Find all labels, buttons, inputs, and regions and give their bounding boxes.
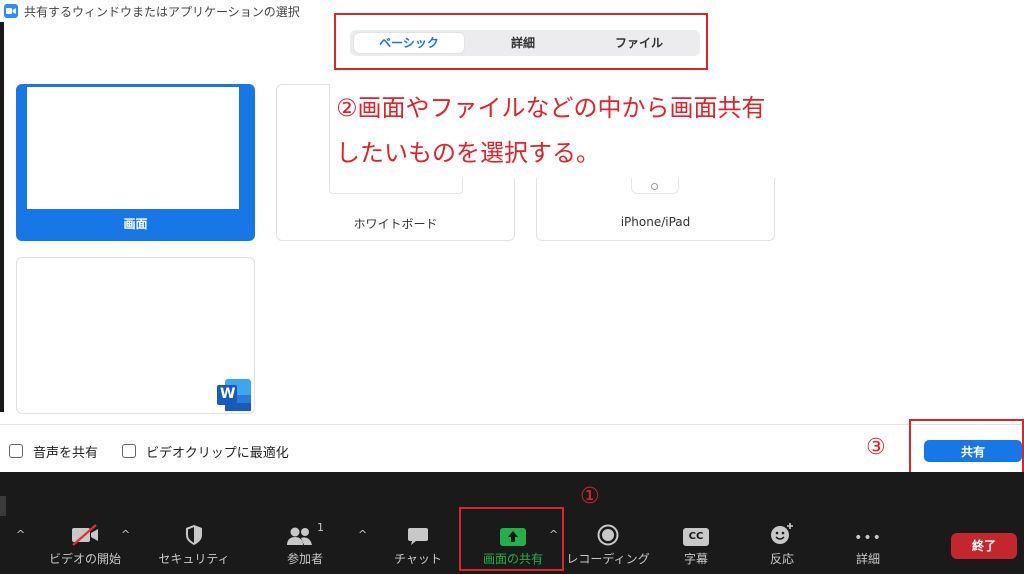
optimize-video-label: ビデオクリップに最適化 [146,445,289,461]
chevron-up-icon[interactable]: ^ [16,528,25,541]
word-icon: W [217,379,251,411]
instruction-annotation: ②画面やファイルなどの中から画面共有 したいものを選択する。 [330,84,882,178]
toolbar-reactions[interactable]: 反応 [737,520,827,567]
chat-icon [373,520,463,546]
annotation-line-1: ②画面やファイルなどの中から画面共有 [336,94,766,122]
share-option-screen[interactable]: 画面 [16,84,255,241]
toolbar-label: レコーディング [566,552,650,566]
share-audio-label: 音声を共有 [33,445,99,461]
word-icon-letter: W [220,386,236,402]
window-title: 共有するウィンドウまたはアプリケーションの選択 [24,5,300,19]
shield-icon [149,520,239,546]
screen-thumbnail [27,87,239,209]
card-label-screen: 画面 [123,217,148,231]
cc-icon: CC [651,520,741,546]
toolbar-label: チャット [394,552,442,566]
cc-badge: CC [683,528,709,546]
participants-icon: 1 [260,520,350,546]
end-meeting-button[interactable]: 終了 [951,533,1017,559]
chevron-up-icon[interactable]: ^ [121,528,130,541]
video-off-icon [40,520,130,546]
zoom-app-icon [4,4,18,18]
share-audio-checkbox[interactable]: 音声を共有 [9,442,99,461]
participant-count: 1 [317,521,324,534]
share-button-highlight-box [909,419,1024,474]
share-dialog: 共有するウィンドウまたはアプリケーションの選択 ベーシック 詳細 ファイル 画面… [0,0,1024,472]
share-screen-highlight-box [459,507,564,571]
toolbar-label: 参加者 [286,552,323,566]
toolbar-label: 詳細 [855,552,880,566]
more-icon: ••• [823,520,913,546]
toolbar-security[interactable]: セキュリティ [149,520,239,567]
step-1-marker: ① [580,484,600,509]
toolbar-captions[interactable]: CC 字幕 [651,520,741,567]
checkbox-box[interactable] [122,444,136,458]
toolbar-label: ビデオの開始 [48,552,121,566]
card-label-iphone-ipad: iPhone/iPad [620,215,691,229]
step-3-marker: ③ [866,435,886,460]
chevron-up-icon[interactable]: ^ [358,528,367,541]
toolbar-more[interactable]: ••• 詳細 [823,520,913,567]
toolbar-chat[interactable]: チャット [373,520,463,567]
toolbar-label: セキュリティ [158,552,230,566]
emoji-icon [737,520,827,546]
home-button-icon [651,183,658,190]
tabs-highlight-box [334,13,708,70]
more-dots: ••• [854,530,882,546]
toolbar-start-video[interactable]: ビデオの開始 [40,520,130,567]
toolbar-recording[interactable]: レコーディング [563,520,653,567]
checkbox-box[interactable] [9,444,23,458]
left-edge-strip [0,22,4,412]
annotation-line-2: したいものを選択する。 [336,139,600,167]
card-label-whiteboard: ホワイトボード [353,217,438,231]
share-option-word-window[interactable]: W [16,257,255,414]
record-icon [563,520,653,546]
toolbar-edge [0,496,6,516]
optimize-video-checkbox[interactable]: ビデオクリップに最適化 [122,442,289,461]
toolbar-label: 字幕 [683,552,708,566]
toolbar-label: 反応 [769,552,794,566]
toolbar-participants[interactable]: 1 参加者 [260,520,350,567]
